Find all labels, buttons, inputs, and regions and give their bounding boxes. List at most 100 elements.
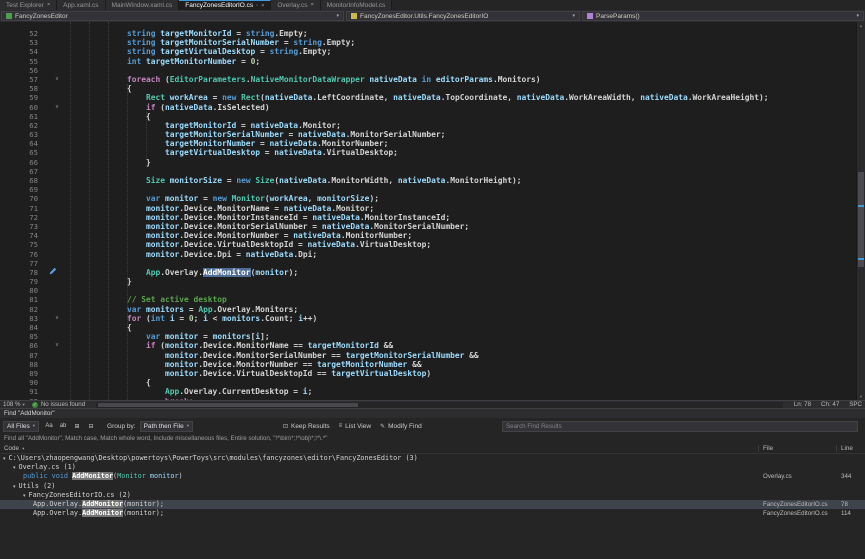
code-line[interactable]: monitor.Device.Dpi = nativeData.Dpi; — [70, 250, 856, 259]
code-line[interactable]: monitor.Device.MonitorName = nativeData.… — [70, 204, 856, 213]
line-number[interactable]: 80 — [0, 286, 44, 295]
zoom-control[interactable]: 108 % ▾ — [3, 401, 25, 408]
line-number[interactable]: 86 — [0, 341, 44, 350]
code-line[interactable]: string targetMonitorId = string.Empty; — [70, 29, 856, 38]
line-number[interactable]: 71 — [0, 204, 44, 213]
code-line[interactable]: if (monitor.Device.MonitorName == target… — [70, 341, 856, 350]
type-dropdown[interactable]: FancyZonesEditor.Utils.FancyZonesEditorI… — [346, 11, 580, 21]
search-find-results-input[interactable] — [502, 421, 858, 432]
member-dropdown[interactable]: ParseParams() ▾ — [582, 11, 864, 21]
code-line[interactable] — [70, 66, 856, 75]
code-line[interactable]: var monitors = App.Overlay.Monitors; — [70, 305, 856, 314]
code-line[interactable]: monitor.Device.MonitorInstanceId = nativ… — [70, 213, 856, 222]
line-number[interactable]: 69 — [0, 185, 44, 194]
line-number[interactable]: 68 — [0, 176, 44, 185]
line-number[interactable]: 85 — [0, 332, 44, 341]
code-line[interactable] — [70, 185, 856, 194]
code-line[interactable]: { — [70, 323, 856, 332]
code-line[interactable]: for (int i = 0; i < monitors.Count; i++) — [70, 314, 856, 323]
line-number[interactable]: 70 — [0, 194, 44, 203]
keep-results-button[interactable]: ⊡Keep Results — [283, 423, 330, 430]
scrollbar-thumb[interactable] — [858, 172, 864, 267]
code-line[interactable]: var monitor = monitors[i]; — [70, 332, 856, 341]
line-number[interactable]: 55 — [0, 57, 44, 66]
line-number[interactable]: 60 — [0, 103, 44, 112]
line-number[interactable]: 76 — [0, 250, 44, 259]
tab-app-xaml-cs[interactable]: App.xaml.cs — [57, 0, 105, 10]
horizontal-scrollbar[interactable] — [96, 402, 783, 408]
line-number[interactable]: 66 — [0, 158, 44, 167]
line-number[interactable]: 79 — [0, 277, 44, 286]
fold-chevron-icon[interactable]: ∨ — [44, 75, 70, 84]
document-health-indicator[interactable]: ✓ No issues found — [32, 401, 85, 408]
column-header-line[interactable]: Line — [841, 444, 853, 453]
close-icon[interactable]: × — [261, 3, 264, 9]
find-result-row[interactable]: ▾Utils (2) — [0, 482, 865, 491]
line-number[interactable]: 88 — [0, 360, 44, 369]
expand-all-button[interactable]: ⊞ — [71, 421, 83, 432]
code-line[interactable]: { — [70, 112, 856, 121]
code-line[interactable]: string targetMonitorSerialNumber = strin… — [70, 38, 856, 47]
code-line[interactable]: targetMonitorSerialNumber = nativeData.M… — [70, 130, 856, 139]
column-header-file[interactable]: File — [763, 444, 773, 453]
line-number[interactable]: 81 — [0, 295, 44, 304]
find-result-row[interactable]: App.Overlay.AddMonitor(monitor);FancyZon… — [0, 509, 865, 518]
fold-chevron-icon[interactable]: ∨ — [44, 314, 70, 323]
code-line[interactable]: monitor.Device.VirtualDesktopId == targe… — [70, 369, 856, 378]
modify-find-button[interactable]: ✎Modify Find — [380, 423, 422, 430]
match-whole-word-button[interactable]: ab — [57, 421, 69, 432]
fold-chevron-icon[interactable]: ∨ — [44, 341, 70, 350]
line-number[interactable]: 72 — [0, 213, 44, 222]
line-number[interactable]: 74 — [0, 231, 44, 240]
code-line[interactable]: if (nativeData.IsSelected) — [70, 103, 856, 112]
code-line[interactable]: App.Overlay.AddMonitor(monitor); — [70, 268, 856, 277]
pin-icon[interactable]: ◦ — [256, 3, 258, 9]
tree-expander-icon[interactable]: ▾ — [13, 484, 16, 490]
tree-expander-icon[interactable]: ▾ — [13, 465, 16, 471]
vertical-scrollbar[interactable]: ▴ ▾ — [856, 22, 865, 400]
line-number[interactable]: 58 — [0, 84, 44, 93]
code-line[interactable]: break; — [70, 397, 856, 401]
line-number[interactable]: 52 — [0, 29, 44, 38]
line-number[interactable]: 75 — [0, 240, 44, 249]
tab-fancyzoneseditorio-cs[interactable]: FancyZonesEditorIO.cs◦× — [179, 0, 271, 10]
line-number[interactable]: 83 — [0, 314, 44, 323]
line-number[interactable]: 82 — [0, 305, 44, 314]
line-number[interactable]: 78 — [0, 268, 44, 277]
collapse-all-button[interactable]: ⊟ — [85, 421, 97, 432]
code-line[interactable]: { — [70, 84, 856, 93]
tab-mainwindow-xaml-cs[interactable]: MainWindow.xaml.cs — [106, 0, 180, 10]
line-number[interactable]: 53 — [0, 38, 44, 47]
line-number[interactable]: 61 — [0, 112, 44, 121]
code-content[interactable]: string targetMonitorId = string.Empty; s… — [70, 22, 856, 400]
code-line[interactable]: monitor.Device.MonitorSerialNumber = nat… — [70, 222, 856, 231]
find-result-row[interactable]: App.Overlay.AddMonitor(monitor);FancyZon… — [0, 500, 865, 509]
code-line[interactable]: monitor.Device.MonitorSerialNumber == ta… — [70, 351, 856, 360]
find-result-row[interactable]: ▾FancyZonesEditorIO.cs (2) — [0, 491, 865, 500]
code-line[interactable]: Size monitorSize = new Size(nativeData.M… — [70, 176, 856, 185]
line-number[interactable]: 73 — [0, 222, 44, 231]
tree-expander-icon[interactable]: ▾ — [3, 456, 6, 462]
code-line[interactable]: monitor.Device.MonitorNumber = nativeDat… — [70, 231, 856, 240]
line-number[interactable]: 77 — [0, 259, 44, 268]
code-line[interactable] — [70, 259, 856, 268]
line-number[interactable]: 57 — [0, 75, 44, 84]
line-number[interactable]: 64 — [0, 139, 44, 148]
code-line[interactable]: monitor.Device.VirtualDesktopId = native… — [70, 240, 856, 249]
scrollbar-thumb[interactable] — [98, 403, 358, 407]
scroll-down-icon[interactable]: ▾ — [857, 394, 865, 399]
code-line[interactable]: // Set active desktop — [70, 295, 856, 304]
line-number[interactable]: 65 — [0, 148, 44, 157]
line-number[interactable]: 59 — [0, 93, 44, 102]
fold-chevron-icon[interactable]: ∨ — [44, 103, 70, 112]
code-line[interactable]: } — [70, 158, 856, 167]
find-result-row[interactable]: public void AddMonitor(Monitor monitor)O… — [0, 472, 865, 481]
line-number[interactable]: 90 — [0, 378, 44, 387]
scroll-up-icon[interactable]: ▴ — [857, 23, 865, 28]
line-number[interactable]: 67 — [0, 167, 44, 176]
project-dropdown[interactable]: FancyZonesEditor ▾ — [1, 11, 344, 21]
code-line[interactable]: monitor.Device.MonitorNumber == targetMo… — [70, 360, 856, 369]
line-number[interactable]: 87 — [0, 351, 44, 360]
code-line[interactable]: } — [70, 277, 856, 286]
code-editor[interactable]: 5253545556575859606162636465666768697071… — [0, 22, 865, 400]
